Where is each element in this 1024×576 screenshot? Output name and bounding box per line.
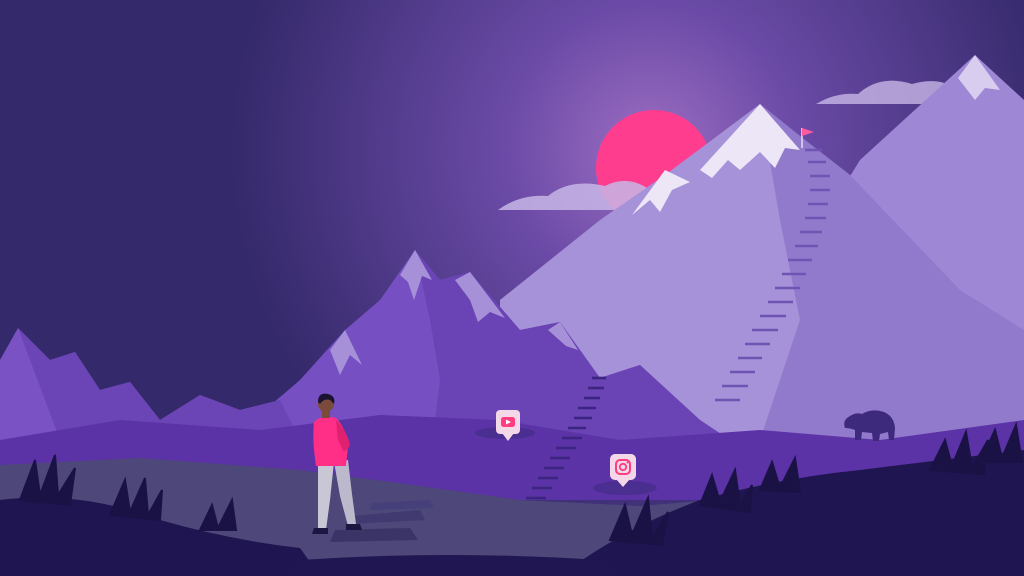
mountain-illustration (0, 0, 1024, 576)
foreground-bottom (280, 555, 620, 576)
stone-steps (330, 528, 418, 542)
illustration-scene (0, 0, 1024, 576)
